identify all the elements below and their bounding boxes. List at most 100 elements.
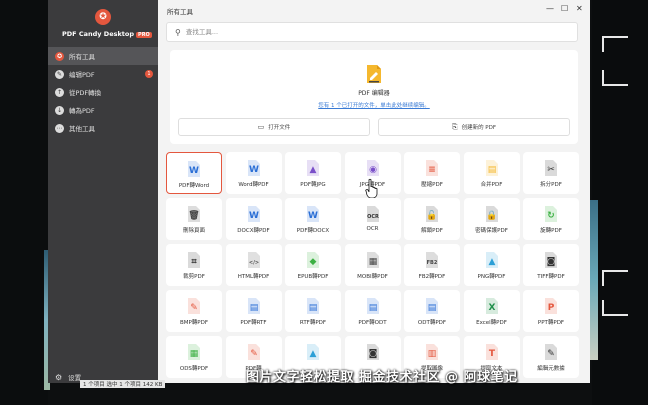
hand-cursor-icon <box>365 178 378 198</box>
tool-tile[interactable]: ✎ 編輯元數據 <box>523 336 579 378</box>
sidebar-item-all-tools[interactable]: ✪ 所有工具 <box>48 47 158 65</box>
extract-text-icon: T <box>485 344 498 360</box>
tool-label: 密碼保護PDF <box>475 228 508 234</box>
svg-text:W: W <box>249 211 259 221</box>
tool-label: 壓縮PDF <box>421 182 443 188</box>
tool-tile[interactable]: ▲ PDF轉JPG <box>285 152 341 194</box>
merge-icon: ▤ <box>485 160 498 176</box>
tool-tile[interactable]: FB2 FB2轉PDF <box>404 244 460 286</box>
create-pdf-label: 创建新的 PDF <box>461 125 497 131</box>
tool-tile[interactable]: ▤ PDF轉ODT <box>344 290 401 332</box>
tool-tile[interactable]: 🗑 刪除頁面 <box>166 198 222 240</box>
search-input[interactable] <box>185 28 486 36</box>
word-icon: W <box>188 161 200 177</box>
search-icon: ⚲ <box>175 27 181 37</box>
svg-text:◙: ◙ <box>368 349 377 359</box>
close-icon[interactable]: ✕ <box>576 4 583 13</box>
tool-tile[interactable]: ✎ BMP轉PDF <box>166 290 222 332</box>
svg-text:▦: ▦ <box>190 349 199 359</box>
tool-label: Word轉PDF <box>238 182 269 188</box>
continue-editing-link[interactable]: 您有 1 个已打开的文件，单击此处继续编辑。 <box>170 101 578 109</box>
trash-icon: 🗑 <box>188 206 200 222</box>
metadata-icon: ✎ <box>545 344 557 360</box>
bmp-icon: ✎ <box>247 344 260 360</box>
settings-button[interactable]: ⚙ 设置 <box>55 372 81 383</box>
sidebar-item-convert-from[interactable]: ↑ 從PDF轉換 <box>48 83 158 101</box>
sidebar-item-convert-to[interactable]: ↓ 轉為PDF <box>48 101 158 119</box>
epub-icon: ◆ <box>307 252 319 268</box>
tool-tile[interactable]: OCR OCR <box>344 198 401 240</box>
new-document-icon: ⎘ <box>451 122 458 131</box>
svg-text:🔒: 🔒 <box>486 210 497 221</box>
tool-tile[interactable]: ▤ 合并PDF <box>463 152 520 194</box>
bracket-decoration <box>602 70 628 86</box>
svg-text:◆: ◆ <box>310 257 317 267</box>
brand-icon: ✪ <box>55 51 64 61</box>
watermark-text: 图片文字轻松提取 掘金技术社区 @ 阿球笔记 <box>246 370 518 385</box>
create-pdf-button[interactable]: ⎘ 创建新的 PDF <box>378 118 570 136</box>
tool-tile[interactable]: ◙ TIFF轉PDF <box>523 244 579 286</box>
tool-tile[interactable]: ▦ ODS轉PDF <box>166 336 222 378</box>
sidebar-item-label: 轉為PDF <box>69 107 95 115</box>
tool-label: PDF轉JPG <box>300 182 326 188</box>
tool-tile[interactable]: ◆ EPUB轉PDF <box>285 244 341 286</box>
sidebar-item-edit-pdf[interactable]: ✎ 编辑PDF 1 <box>48 65 158 83</box>
minimize-icon[interactable]: — <box>546 4 554 13</box>
tool-tile[interactable]: W PDF轉DOCX <box>285 198 341 240</box>
rtf-icon: ▤ <box>247 298 260 314</box>
tool-tile[interactable]: ≡ 壓縮PDF <box>404 152 460 194</box>
tool-tile[interactable]: </> HTML轉PDF <box>225 244 282 286</box>
open-file-icon: ▭ <box>257 123 265 131</box>
svg-text:W: W <box>249 165 259 175</box>
app-window: ✪ PDF Candy Desktop PRO ✪ 所有工具 ✎ 编辑PDF 1 ↑ 從P… <box>48 0 590 383</box>
pdf-editor-title: PDF 编辑器 <box>358 90 390 97</box>
svg-text:✎: ✎ <box>250 349 258 359</box>
tool-label: PDF轉RTF <box>240 320 267 326</box>
tool-tile[interactable]: P PPT轉PDF <box>523 290 579 332</box>
svg-text:≡: ≡ <box>428 165 436 175</box>
window-title: 所有工具 <box>167 8 193 16</box>
tool-tile[interactable]: ↻ 旋轉PDF <box>523 198 579 240</box>
png-icon: ▲ <box>485 252 498 268</box>
tool-label: PPT轉PDF <box>537 320 565 326</box>
tool-label: 刪除頁面 <box>182 228 205 234</box>
tool-label: ODS轉PDF <box>179 366 209 372</box>
tool-tile[interactable]: W DOCX轉PDF <box>225 198 282 240</box>
titlebar: 所有工具 — ☐ ✕ <box>158 0 590 20</box>
tool-tile[interactable]: ⌗ 裁剪PDF <box>166 244 222 286</box>
maximize-icon[interactable]: ☐ <box>561 4 568 13</box>
tool-tile[interactable]: 🔒 密碼保護PDF <box>463 198 520 240</box>
sidebar-item-other-tools[interactable]: ⋯ 其他工具 <box>48 119 158 137</box>
tool-label: EPUB轉PDF <box>297 274 329 280</box>
tool-label: Excel轉PDF <box>476 320 507 326</box>
tool-tile[interactable]: 🔓 解鎖PDF <box>404 198 460 240</box>
tool-label: PDF轉Word <box>178 183 210 189</box>
word-icon: W <box>247 160 260 176</box>
tool-tile[interactable]: W PDF轉Word <box>166 152 222 194</box>
tool-tile[interactable]: W Word轉PDF <box>225 152 282 194</box>
tool-label: 編輯元數據 <box>537 366 565 372</box>
tool-tile[interactable]: ▤ RTF轉PDF <box>285 290 341 332</box>
tool-tile[interactable]: X Excel轉PDF <box>463 290 520 332</box>
tool-label: PNG轉PDF <box>477 274 506 280</box>
pdf-editor-card: PDF 编辑器 您有 1 个已打开的文件，单击此处继续编辑。 ▭ 打开文件 ⎘ 创建… <box>170 50 578 144</box>
tool-tile[interactable]: ✂ 拆分PDF <box>523 152 579 194</box>
svg-text:T: T <box>488 349 495 359</box>
sidebar-item-label: 其他工具 <box>69 125 95 133</box>
tool-label: MOBI轉PDF <box>357 274 388 280</box>
tool-tile[interactable]: ▦ MOBI轉PDF <box>344 244 401 286</box>
sidebar-nav: ✪ 所有工具 ✎ 编辑PDF 1 ↑ 從PDF轉換 ↓ 轉為PDF ⋯ 其他工具 <box>48 47 158 137</box>
tool-tile[interactable]: ▲ PNG轉PDF <box>463 244 520 286</box>
mobi-icon: ▦ <box>366 252 379 268</box>
convert-from-icon: ↑ <box>55 87 64 97</box>
svg-text:X: X <box>488 303 495 313</box>
rtf-icon: ▤ <box>307 298 319 314</box>
bmp-icon: ✎ <box>188 298 200 314</box>
jpg2-icon: ◉ <box>366 160 379 176</box>
svg-text:▤: ▤ <box>249 303 258 313</box>
tool-tile[interactable]: ▤ PDF轉RTF <box>225 290 282 332</box>
tool-label: PDF轉ODT <box>358 320 387 326</box>
open-file-button[interactable]: ▭ 打开文件 <box>178 118 370 136</box>
tool-tile[interactable]: ▤ ODT轉PDF <box>404 290 460 332</box>
svg-text:✂: ✂ <box>547 165 555 175</box>
